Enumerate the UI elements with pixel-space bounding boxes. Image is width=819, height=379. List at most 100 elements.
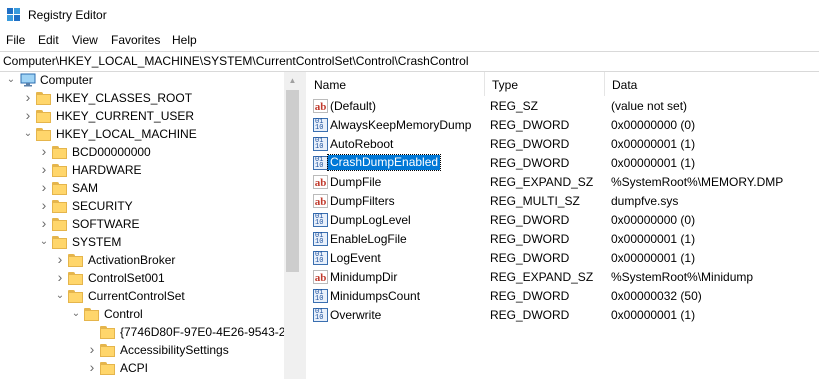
string-value-icon: ab	[313, 175, 328, 189]
binary-value-icon	[313, 213, 328, 227]
binary-value-icon	[313, 156, 328, 170]
folder-icon	[100, 325, 115, 339]
value-row[interactable]: ab (Default) REG_SZ (value not set)	[306, 97, 819, 116]
chevron-down-icon[interactable]: ⌄	[70, 307, 82, 321]
value-row[interactable]: AlwaysKeepMemoryDump REG_DWORD 0x00000000 …	[306, 116, 819, 135]
folder-icon	[36, 127, 51, 141]
menu-view[interactable]: View	[72, 33, 98, 47]
tree-item-label: ACPI	[120, 361, 149, 375]
value-row[interactable]: MinidumpsCount REG_DWORD 0x00000032 (50)	[306, 287, 819, 306]
value-type: REG_EXPAND_SZ	[490, 270, 594, 284]
chevron-down-icon[interactable]: ⌄	[22, 127, 34, 141]
value-row[interactable]: ab MinidumpDir REG_EXPAND_SZ %SystemRoot%\M…	[306, 268, 819, 287]
registry-editor-icon	[7, 8, 20, 21]
value-row[interactable]: Overwrite REG_DWORD 0x00000001 (1)	[306, 306, 819, 325]
value-data: 0x00000000 (0)	[611, 213, 696, 227]
tree-item[interactable]: ⌄ Computer	[0, 72, 284, 90]
folder-icon	[84, 307, 99, 321]
tree-item[interactable]: › HKEY_CURRENT_USER	[0, 108, 284, 126]
tree-item[interactable]: ⌄ CurrentControlSet	[0, 288, 284, 306]
value-row[interactable]: LogEvent REG_DWORD 0x00000001 (1)	[306, 249, 819, 268]
chevron-right-icon[interactable]: ›	[86, 342, 98, 357]
value-name: MinidumpDir	[330, 270, 398, 284]
folder-icon	[68, 289, 83, 303]
folder-icon	[52, 181, 67, 195]
value-row[interactable]: EnableLogFile REG_DWORD 0x00000001 (1)	[306, 230, 819, 249]
folder-icon	[36, 109, 51, 123]
value-type: REG_DWORD	[490, 137, 570, 151]
tree-item[interactable]: ⌄ SYSTEM	[0, 234, 284, 252]
column-type-label: Type	[492, 78, 519, 92]
chevron-right-icon[interactable]: ›	[22, 108, 34, 123]
value-name: DumpFilters	[330, 194, 395, 208]
menu-edit[interactable]: Edit	[38, 33, 59, 47]
tree-item-label: SOFTWARE	[72, 217, 140, 231]
computer-icon	[20, 73, 36, 87]
binary-value-icon	[313, 137, 328, 151]
value-row[interactable]: CrashDumpEnabled REG_DWORD 0x00000001 (1)	[306, 154, 819, 173]
scroll-up-icon[interactable]: ▲	[284, 72, 301, 89]
value-name: LogEvent	[330, 251, 381, 265]
address-bar[interactable]: Computer\HKEY_LOCAL_MACHINE\SYSTEM\Curre…	[0, 51, 819, 72]
column-header-name[interactable]: Name	[306, 72, 485, 96]
value-type: REG_DWORD	[490, 251, 570, 265]
scrollbar-thumb[interactable]	[286, 90, 299, 272]
chevron-right-icon[interactable]: ›	[38, 180, 50, 195]
value-type: REG_DWORD	[490, 308, 570, 322]
tree-item[interactable]: › SECURITY	[0, 198, 284, 216]
tree-item[interactable]: › ACPI	[0, 360, 284, 378]
value-name: (Default)	[330, 99, 377, 113]
menu-favorites[interactable]: Favorites	[111, 33, 160, 47]
column-header-data[interactable]: Data	[604, 72, 819, 96]
tree-item[interactable]: › BCD00000000	[0, 144, 284, 162]
chevron-down-icon[interactable]: ⌄	[5, 73, 17, 87]
value-type: REG_MULTI_SZ	[490, 194, 580, 208]
chevron-right-icon[interactable]: ›	[38, 162, 50, 177]
folder-icon	[52, 145, 67, 159]
tree-item-label: SYSTEM	[72, 235, 122, 249]
value-type: REG_DWORD	[490, 289, 570, 303]
tree-item-label: HKEY_LOCAL_MACHINE	[56, 127, 197, 141]
binary-value-icon	[313, 308, 328, 322]
tree-item[interactable]: › ControlSet001	[0, 270, 284, 288]
menu-help[interactable]: Help	[172, 33, 197, 47]
menu-bar: File Edit View Favorites Help	[0, 30, 819, 50]
value-row[interactable]: ab DumpFilters REG_MULTI_SZ dumpfve.sys	[306, 192, 819, 211]
tree-item[interactable]: › AccessibilitySettings	[0, 342, 284, 360]
chevron-right-icon[interactable]: ›	[86, 360, 98, 375]
value-data: %SystemRoot%\MEMORY.DMP	[611, 175, 784, 189]
tree-scrollbar[interactable]: ▲	[284, 72, 301, 379]
tree-item[interactable]: › SAM	[0, 180, 284, 198]
tree-item[interactable]: ⌄ HKEY_LOCAL_MACHINE	[0, 126, 284, 144]
tree-item-label: SECURITY	[72, 199, 133, 213]
tree-item[interactable]: {7746D80F-97E0-4E26-9543-26B	[0, 324, 284, 342]
tree-item-label: ActivationBroker	[88, 253, 176, 267]
chevron-right-icon[interactable]: ›	[22, 90, 34, 105]
tree-item[interactable]: ⌄ Control	[0, 306, 284, 324]
chevron-right-icon[interactable]: ›	[54, 270, 66, 285]
chevron-right-icon[interactable]: ›	[38, 144, 50, 159]
chevron-right-icon[interactable]: ›	[54, 252, 66, 267]
value-row[interactable]: DumpLogLevel REG_DWORD 0x00000000 (0)	[306, 211, 819, 230]
value-data: 0x00000001 (1)	[611, 232, 696, 246]
value-row[interactable]: AutoReboot REG_DWORD 0x00000001 (1)	[306, 135, 819, 154]
address-path[interactable]: Computer\HKEY_LOCAL_MACHINE\SYSTEM\Curre…	[3, 54, 469, 68]
chevron-right-icon[interactable]: ›	[38, 198, 50, 213]
chevron-right-icon[interactable]: ›	[38, 216, 50, 231]
value-data: %SystemRoot%\Minidump	[611, 270, 754, 284]
tree-item[interactable]: › HKEY_CLASSES_ROOT	[0, 90, 284, 108]
value-data: 0x00000001 (1)	[611, 156, 696, 170]
value-type: REG_EXPAND_SZ	[490, 175, 594, 189]
tree-item[interactable]: › HARDWARE	[0, 162, 284, 180]
value-data: 0x00000001 (1)	[611, 137, 696, 151]
tree-item-label: SAM	[72, 181, 99, 195]
folder-icon	[52, 217, 67, 231]
binary-value-icon	[313, 118, 328, 132]
tree-item[interactable]: › SOFTWARE	[0, 216, 284, 234]
chevron-down-icon[interactable]: ⌄	[54, 289, 66, 303]
tree-item[interactable]: › ActivationBroker	[0, 252, 284, 270]
chevron-down-icon[interactable]: ⌄	[38, 235, 50, 249]
value-row[interactable]: ab DumpFile REG_EXPAND_SZ %SystemRoot%\MEMO…	[306, 173, 819, 192]
column-header-type[interactable]: Type	[484, 72, 605, 96]
menu-file[interactable]: File	[6, 33, 25, 47]
